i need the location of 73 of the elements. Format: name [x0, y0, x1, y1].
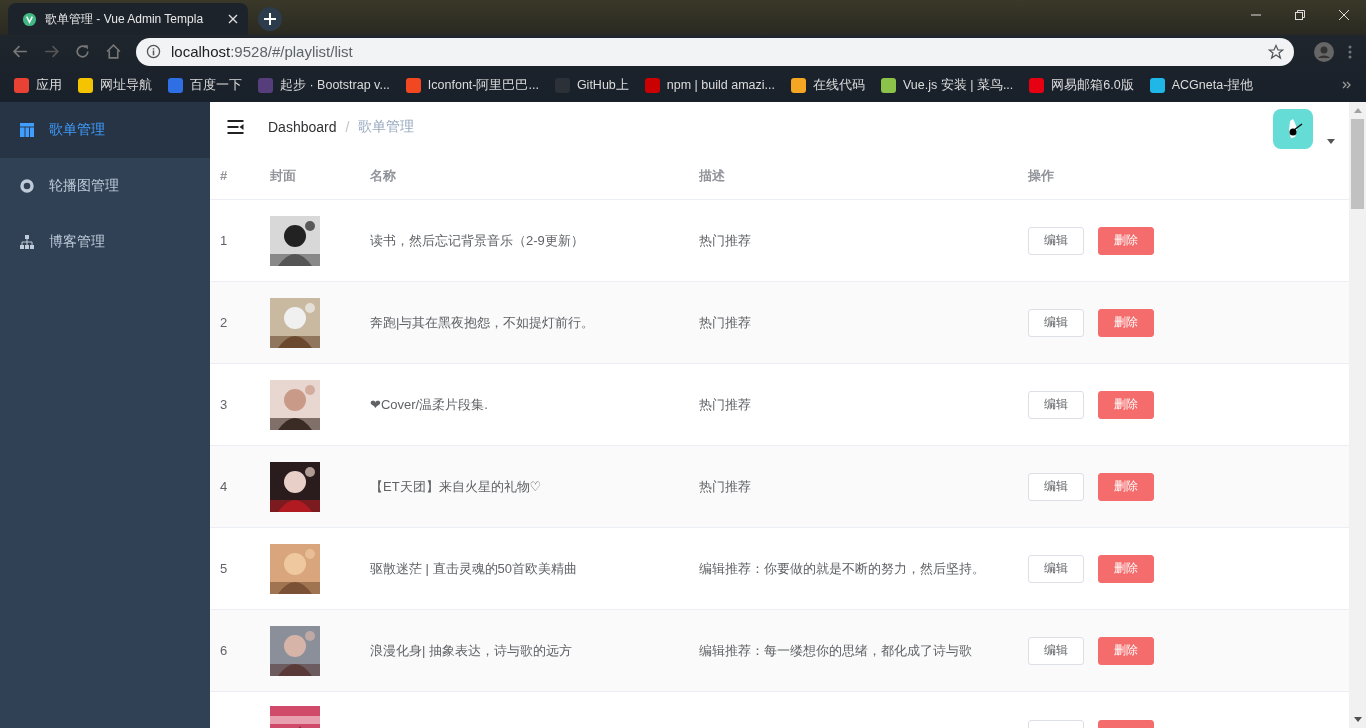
table-cell-text: 4	[219, 479, 229, 494]
bookmark-link[interactable]: ACGneta-捏他	[1149, 76, 1254, 94]
table-cell-text: 热门推荐	[698, 395, 752, 414]
table-cell-text: 1	[219, 233, 229, 248]
sidebar-item[interactable]: 博客管理	[0, 214, 210, 270]
new-tab-icon[interactable]	[258, 7, 282, 31]
column-header: 描述	[698, 166, 726, 185]
reload-icon[interactable]	[74, 43, 91, 60]
scroll-down-icon[interactable]	[1353, 717, 1362, 722]
table-cell-text: 浪漫化身| 抽象表达，诗与歌的远方	[369, 641, 573, 660]
star-icon[interactable]	[1268, 43, 1284, 60]
table-icon	[20, 123, 34, 137]
bookmark-link[interactable]: GitHub上	[554, 76, 629, 94]
ring-icon	[20, 179, 34, 193]
close-icon[interactable]	[228, 14, 238, 24]
bookmark-link[interactable]: npm | build amazi...	[644, 77, 775, 93]
column-header: 名称	[369, 166, 397, 185]
table-cell-text: 【ET天团】来自火星的礼物♡	[369, 477, 543, 496]
table-cell-text: ❤Cover/温柔片段集.	[369, 395, 489, 414]
caret-icon[interactable]	[1327, 138, 1335, 144]
edit-button[interactable]: 编辑	[1028, 390, 1084, 419]
bookmark-link[interactable]: Vue.js 安装 | 菜鸟...	[880, 76, 1014, 94]
menu-icon[interactable]	[227, 120, 244, 134]
edit-button[interactable]: 编辑	[1028, 472, 1084, 501]
edit-button[interactable]: 编辑	[1028, 636, 1084, 665]
bookmark-link[interactable]: 应用	[14, 76, 62, 94]
bookmark-link[interactable]: 在线代码	[790, 76, 865, 94]
bookmark-link[interactable]: Iconfont-阿里巴巴...	[405, 76, 539, 94]
vue-logo-icon	[22, 11, 37, 27]
table-cell-text: 3	[219, 397, 229, 412]
scrollbar-thumb[interactable]	[1351, 119, 1364, 209]
table-cell-text: 6	[219, 643, 229, 658]
profile-icon[interactable]	[1314, 41, 1334, 62]
sidebar-item[interactable]: 歌单管理	[0, 102, 210, 158]
table-cell-text: 5	[219, 561, 229, 576]
table-cell-text: 2	[219, 315, 229, 330]
breadcrumb-item: 歌单管理	[358, 118, 415, 136]
restore-icon[interactable]	[1294, 9, 1306, 21]
info-icon	[146, 44, 161, 59]
table-cell-text: 驱散迷茫 | 直击灵魂的50首欧美精曲	[369, 559, 579, 578]
bookmark-link[interactable]: 网址导航	[78, 76, 152, 94]
column-header: 封面	[269, 166, 297, 185]
table-cell-text: 热门推荐	[698, 231, 752, 250]
table-cell-text: 读书，然后忘记背景音乐（2-9更新）	[369, 231, 585, 250]
bookmark-link[interactable]: 起步 · Bootstrap v...	[258, 76, 390, 94]
edit-button[interactable]: 编辑	[1028, 226, 1084, 255]
close-icon[interactable]	[1338, 9, 1350, 21]
browser-tab[interactable]: 歌单管理 - Vue Admin Templa	[8, 3, 248, 35]
edit-button[interactable]: 编辑	[1028, 308, 1084, 337]
table-cell-text: 热门推荐	[698, 313, 752, 332]
avatar-icon[interactable]	[1273, 109, 1313, 149]
scroll-up-icon[interactable]	[1353, 108, 1362, 113]
table-cell-text: 编辑推荐：你要做的就是不断的努力，然后坚持。	[698, 559, 986, 578]
sidebar-item[interactable]: 轮播图管理	[0, 158, 210, 214]
home-icon[interactable]	[105, 43, 122, 60]
address-bar[interactable]: localhost:9528/#/playlist/list	[136, 37, 1294, 66]
column-header: #	[219, 168, 229, 183]
breadcrumb-item[interactable]: Dashboard	[268, 119, 337, 135]
more-bookmarks-icon[interactable]	[1342, 81, 1352, 89]
edit-button[interactable]: 编辑	[1028, 554, 1084, 583]
column-header: 操作	[1027, 166, 1055, 185]
table-cell-text: 奔跑|与其在黑夜抱怨，不如提灯前行。	[369, 313, 596, 332]
scrollbar[interactable]	[1349, 102, 1366, 728]
breadcrumb-separator: /	[345, 119, 350, 135]
url-text: localhost:9528/#/playlist/list	[171, 43, 354, 60]
table-cell-text: 热门推荐	[698, 477, 752, 496]
bookmark-link[interactable]: 网易邮箱6.0版	[1029, 76, 1134, 94]
table-cell-text: 编辑推荐：每一缕想你的思绪，都化成了诗与歌	[698, 641, 973, 660]
forward-icon[interactable]	[43, 43, 60, 60]
back-icon[interactable]	[12, 43, 29, 60]
tab-title: 歌单管理 - Vue Admin Templa	[45, 10, 205, 28]
hierarchy-icon	[20, 235, 34, 249]
bookmark-link[interactable]: 百度一下	[168, 76, 242, 94]
